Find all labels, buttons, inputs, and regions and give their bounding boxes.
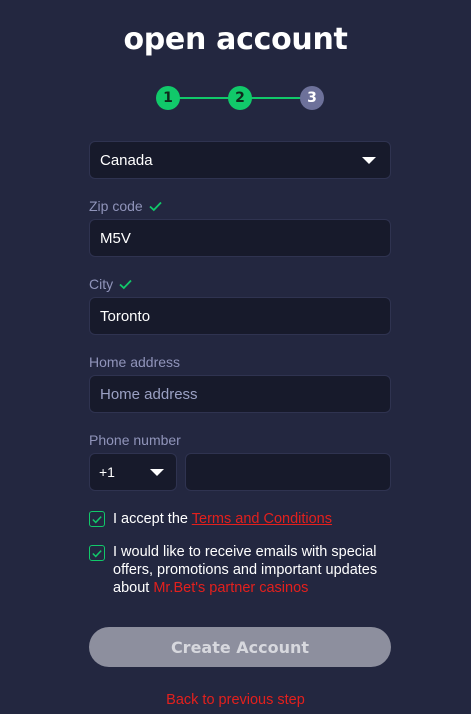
country-select[interactable]: Canada (89, 141, 391, 179)
step-connector (250, 97, 302, 99)
create-account-button[interactable]: Create Account (89, 627, 391, 667)
step-3: 3 (300, 86, 324, 110)
check-icon (92, 549, 102, 557)
step-connector (178, 97, 230, 99)
city-label-text: City (89, 276, 114, 292)
phone-number-input[interactable] (185, 453, 391, 491)
zip-input[interactable]: M5V (89, 219, 391, 257)
emails-text: I would like to receive emails with spec… (113, 543, 398, 597)
progress-stepper: 1 2 3 (156, 86, 326, 110)
terms-text: I accept the Terms and Conditions (113, 510, 398, 528)
phone-label-text: Phone number (89, 432, 181, 448)
address-label: Home address (89, 354, 180, 370)
chevron-down-icon (150, 469, 164, 476)
open-account-form: open account 1 2 3 Canada Zip code M5V C… (0, 0, 471, 714)
check-icon (92, 515, 102, 523)
phone-code-value: +1 (99, 464, 115, 480)
emails-checkbox[interactable] (89, 545, 105, 561)
step-2: 2 (228, 86, 252, 110)
zip-label-text: Zip code (89, 198, 143, 214)
terms-link[interactable]: Terms and Conditions (192, 511, 332, 527)
chevron-down-icon (362, 157, 376, 164)
back-link[interactable]: Back to previous step (0, 692, 471, 708)
check-icon (119, 279, 132, 289)
city-label: City (89, 276, 132, 292)
terms-prefix: I accept the (113, 511, 188, 527)
terms-checkbox[interactable] (89, 511, 105, 527)
address-placeholder: Home address (100, 385, 198, 403)
city-value: Toronto (100, 307, 151, 325)
address-input[interactable]: Home address (89, 375, 391, 413)
phone-code-select[interactable]: +1 (89, 453, 177, 491)
address-label-text: Home address (89, 354, 181, 370)
city-input[interactable]: Toronto (89, 297, 391, 335)
zip-value: M5V (100, 229, 131, 247)
partner-casinos-link[interactable]: Mr.Bet's partner casinos (153, 580, 308, 596)
phone-label: Phone number (89, 432, 181, 448)
step-1: 1 (156, 86, 180, 110)
page-title: open account (123, 22, 348, 57)
country-value: Canada (100, 151, 153, 169)
zip-label: Zip code (89, 198, 162, 214)
check-icon (149, 201, 162, 211)
